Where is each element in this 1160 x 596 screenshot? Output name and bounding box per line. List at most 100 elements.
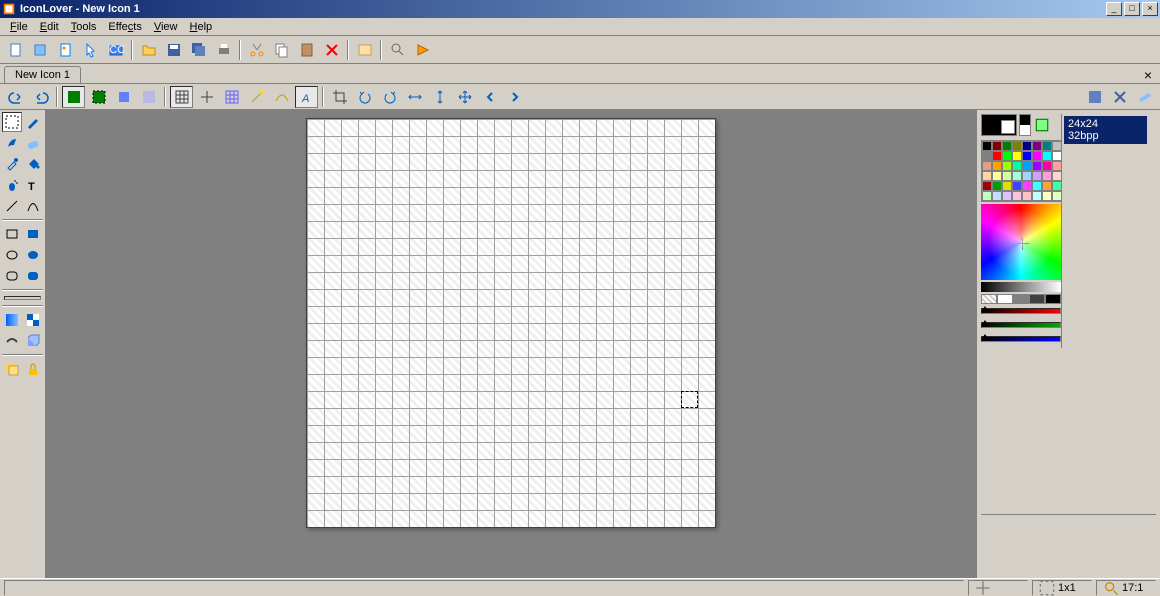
help-button[interactable] [411, 39, 434, 61]
rounded-rect-tool[interactable] [2, 266, 22, 286]
color-swatch[interactable] [982, 161, 992, 171]
new-button[interactable] [4, 39, 27, 61]
flip-horizontal-button[interactable] [403, 86, 426, 108]
maximize-button[interactable]: □ [1124, 2, 1140, 16]
menu-view[interactable]: View [148, 19, 184, 35]
color-swatch[interactable] [1042, 171, 1052, 181]
ellipse-tool[interactable] [2, 245, 22, 265]
color-swatch[interactable] [1002, 161, 1012, 171]
curve-tool[interactable] [23, 196, 43, 216]
guide-grid-button[interactable] [220, 86, 243, 108]
color-swatch[interactable] [992, 151, 1002, 161]
select-tool[interactable] [2, 112, 22, 132]
text-tool[interactable]: T [23, 175, 43, 195]
rotate-right-button[interactable] [378, 86, 401, 108]
filled-rectangle-tool[interactable] [23, 224, 43, 244]
blue-slider[interactable] [981, 336, 1061, 348]
color-swatch[interactable] [1022, 181, 1032, 191]
layers-button[interactable] [2, 359, 22, 379]
delete-button[interactable] [320, 39, 343, 61]
pencil-tool[interactable] [23, 112, 43, 132]
menu-tools[interactable]: Tools [65, 19, 103, 35]
color-swatch[interactable] [1002, 151, 1012, 161]
color-swatch[interactable] [1002, 171, 1012, 181]
new-library-button[interactable] [29, 39, 52, 61]
color-swatch[interactable] [1032, 161, 1042, 171]
magic-wand-button[interactable] [245, 86, 268, 108]
invert-selection-button[interactable] [112, 86, 135, 108]
dither-button[interactable] [137, 86, 160, 108]
line-tool[interactable] [2, 196, 22, 216]
rectangle-tool[interactable] [2, 224, 22, 244]
pattern-tool[interactable] [23, 310, 43, 330]
3d-tool[interactable] [23, 331, 43, 351]
color-swatch[interactable] [982, 181, 992, 191]
new-image-button[interactable] [54, 39, 77, 61]
paste-button[interactable] [295, 39, 318, 61]
flip-vertical-button[interactable] [428, 86, 451, 108]
color-swatch[interactable] [1042, 161, 1052, 171]
color-swatch[interactable] [982, 141, 992, 151]
minimize-button[interactable]: _ [1106, 2, 1122, 16]
red-slider[interactable] [981, 308, 1061, 320]
menu-effects[interactable]: Effects [102, 19, 147, 35]
document-tab[interactable]: New Icon 1 [4, 66, 81, 83]
color-swatch[interactable] [1042, 191, 1052, 201]
canvas[interactable] [306, 118, 716, 528]
color-swatch[interactable] [982, 191, 992, 201]
color-swatch[interactable] [992, 171, 1002, 181]
new-cursor-button[interactable] [79, 39, 102, 61]
properties-button[interactable] [353, 39, 376, 61]
save-format-button[interactable] [1083, 86, 1106, 108]
pattern-row[interactable] [981, 294, 1061, 304]
spray-tool[interactable] [2, 175, 22, 195]
color-picker[interactable] [981, 204, 1061, 280]
foreground-background-swatch[interactable] [981, 114, 1017, 136]
color-swatch[interactable] [1032, 181, 1042, 191]
shift-left-button[interactable] [478, 86, 501, 108]
color-swatch[interactable] [992, 141, 1002, 151]
redo-button[interactable] [29, 86, 52, 108]
format-item[interactable]: 24x24 32bpp [1064, 116, 1147, 144]
menu-edit[interactable]: Edit [34, 19, 65, 35]
save-all-button[interactable] [187, 39, 210, 61]
color-swatch[interactable] [1042, 141, 1052, 151]
color-swatch[interactable] [1012, 151, 1022, 161]
brush-tool[interactable] [2, 133, 22, 153]
color-swatch[interactable] [1032, 151, 1042, 161]
eyedropper-tool[interactable] [2, 154, 22, 174]
color-swatch[interactable] [1002, 141, 1012, 151]
color-swatch[interactable] [1002, 181, 1012, 191]
filled-rounded-rect-tool[interactable] [23, 266, 43, 286]
antialias-button[interactable]: A [295, 86, 318, 108]
cut-button[interactable] [245, 39, 268, 61]
grid-button[interactable] [170, 86, 193, 108]
swap-colors-button[interactable] [1019, 114, 1031, 136]
color-swatch[interactable] [1012, 191, 1022, 201]
transparent-mode-button[interactable] [87, 86, 110, 108]
fill-tool[interactable] [23, 154, 43, 174]
smooth-button[interactable] [270, 86, 293, 108]
search-button[interactable] [386, 39, 409, 61]
color-swatch[interactable] [1032, 191, 1042, 201]
color-swatch[interactable] [1022, 141, 1032, 151]
color-swatch[interactable] [1042, 151, 1052, 161]
line-width-preview[interactable] [4, 296, 41, 300]
color-swatch[interactable] [1022, 161, 1032, 171]
green-slider[interactable] [981, 322, 1061, 334]
eraser-tool[interactable] [23, 133, 43, 153]
move-button[interactable] [453, 86, 476, 108]
color-swatch[interactable] [1012, 141, 1022, 151]
clear-button[interactable] [1133, 86, 1156, 108]
color-swatch[interactable] [1022, 171, 1032, 181]
crop-button[interactable] [328, 86, 351, 108]
close-tab-button[interactable]: × [1140, 67, 1156, 83]
color-swatch[interactable] [1022, 151, 1032, 161]
color-swatch[interactable] [1012, 161, 1022, 171]
menu-file[interactable]: FFileile [4, 19, 34, 35]
color-swatch[interactable] [1022, 191, 1032, 201]
menu-help[interactable]: Help [184, 19, 219, 35]
print-button[interactable] [212, 39, 235, 61]
save-button[interactable] [162, 39, 185, 61]
color-swatch[interactable] [1032, 141, 1042, 151]
